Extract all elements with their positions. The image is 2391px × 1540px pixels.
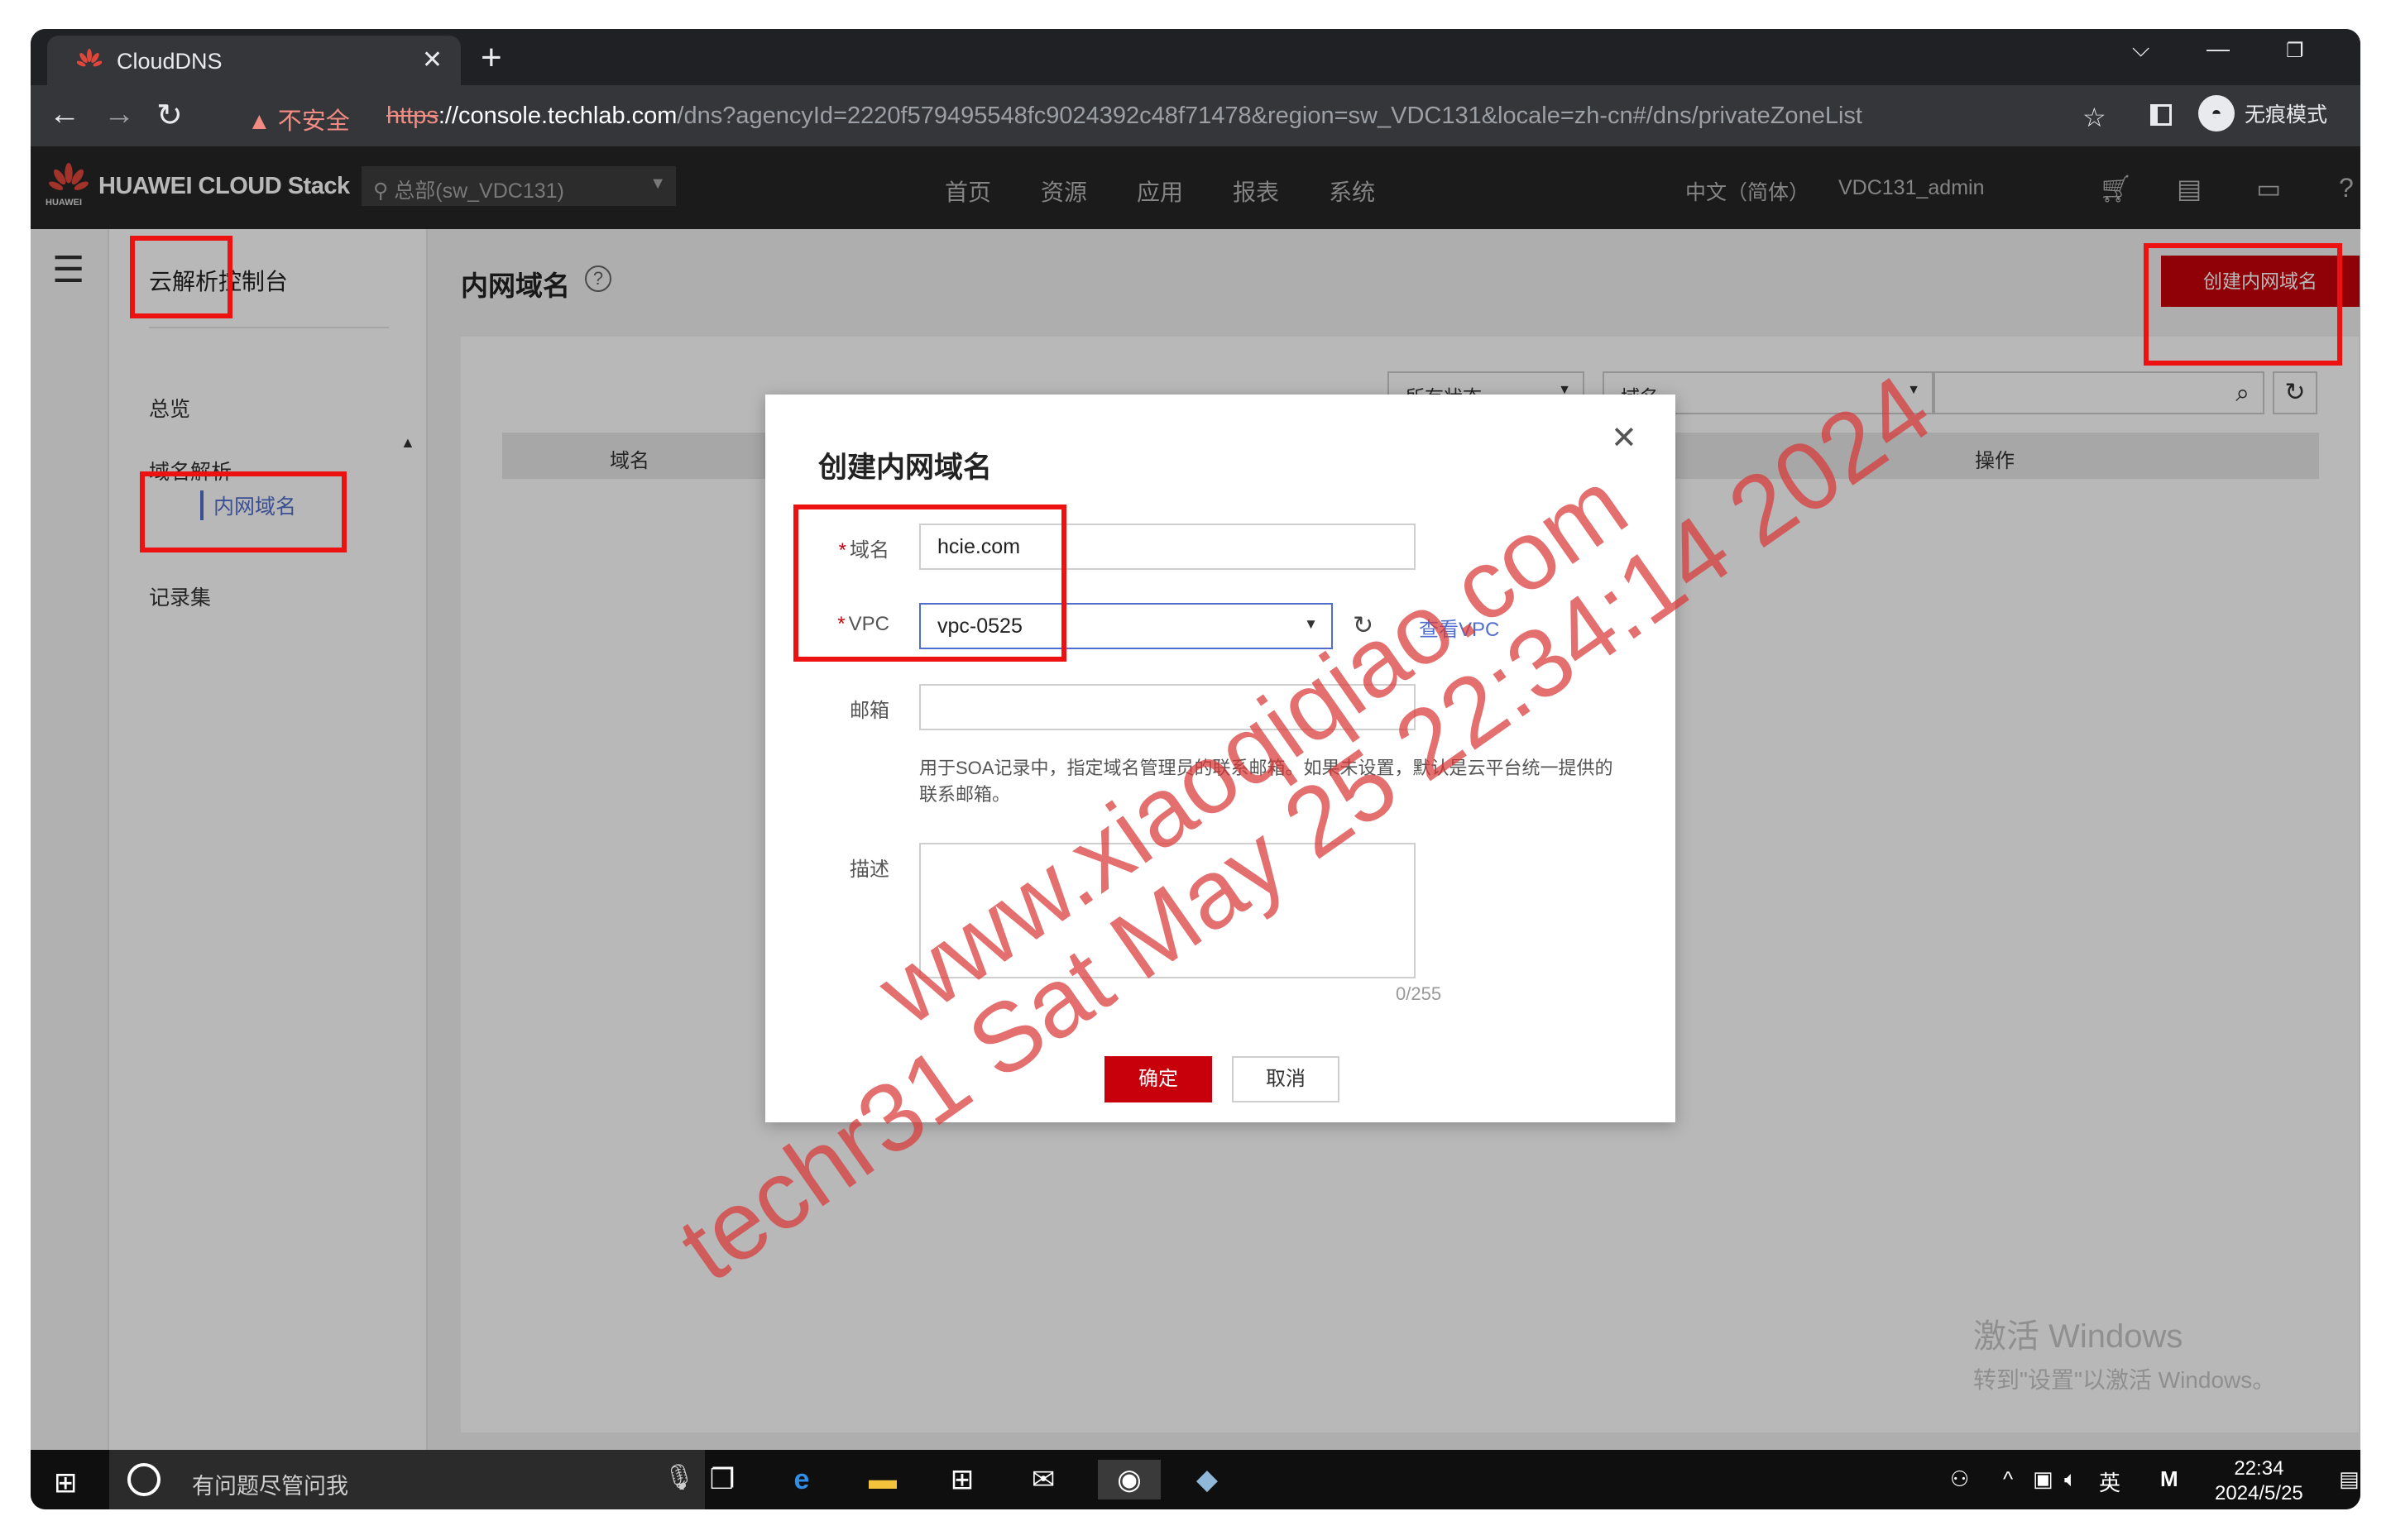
volume-icon[interactable]: 🔈︎ [2064,1466,2077,1493]
people-icon[interactable]: ⚇ [1950,1466,1969,1492]
notification-icon[interactable]: ▤ [2339,1466,2360,1492]
dialog-title: 创建内网域名 [818,452,993,484]
chevron-down-icon: ▼ [1304,616,1318,632]
back-icon[interactable]: ← [49,97,80,132]
bookmark-star-icon[interactable]: ☆ [2082,102,2106,133]
tab-search-icon[interactable]: ⌵ [2132,36,2149,63]
tab-title: CloudDNS [117,49,223,74]
email-label: 邮箱 [850,700,889,722]
description-label: 描述 [850,858,889,881]
annotation-box-console [130,236,232,318]
windows-start-icon[interactable]: ⊞ [54,1466,78,1499]
chrome-icon[interactable]: ◉ [1098,1460,1161,1499]
incognito-label: 无痕模式 [2245,103,2328,127]
ime-indicator[interactable]: 英 [2099,1466,2120,1497]
mail-icon[interactable]: ✉ [1020,1460,1066,1499]
browser-window: CloudDNS ✕ + ⌵ — ❐ ← → ↻ ▲ 不安全 https://c… [31,29,2360,1509]
minimize-icon[interactable]: — [2207,36,2230,62]
incognito-icon: ◓ [2198,95,2235,132]
cancel-button[interactable]: 取消 [1232,1056,1339,1102]
store-icon[interactable]: ⊞ [939,1460,985,1499]
security-warning[interactable]: ▲ 不安全 [247,102,350,136]
side-panel-icon[interactable] [2150,104,2172,126]
ime-mode-icon[interactable]: M [2160,1466,2178,1492]
tab-strip: CloudDNS ✕ + ⌵ — ❐ [31,29,2360,85]
new-tab-button[interactable]: + [481,37,502,79]
system-clock[interactable]: 22:34 2024/5/25 [2215,1456,2303,1506]
cortana-icon [127,1463,161,1496]
url-field[interactable]: ▲ 不安全 https://console.techlab.com/dns?ag… [221,92,2107,140]
remote-app-icon[interactable]: ◆ [1184,1460,1230,1499]
reload-icon[interactable]: ↻ [156,97,183,134]
file-explorer-icon[interactable]: ▬ [860,1460,906,1499]
taskbar: ⊞ 有问题尽管问我 🎙︎ ❐ e ▬ ⊞ ✉ ◉ ◆ ⚇ ^ ▣ 🔈︎ 英 M … [31,1450,2360,1509]
microphone-icon[interactable]: 🎙︎ [664,1463,695,1492]
tray-chevron-icon[interactable]: ^ [2003,1466,2013,1492]
url-text: https://console.techlab.com/dns?agencyId… [386,103,1862,129]
confirm-button[interactable]: 确定 [1104,1056,1212,1102]
annotation-box-fields [793,505,1066,662]
annotation-box-private-zone [140,471,347,552]
windows-activation-notice: 激活 Windows 转到"设置"以激活 Windows。 [1973,1318,2276,1393]
annotation-box-create [2144,243,2342,366]
forward-icon[interactable]: → [103,97,135,132]
tab-close-icon[interactable]: ✕ [422,45,443,74]
taskbar-search[interactable]: 有问题尽管问我 🎙︎ [109,1450,705,1509]
restore-icon[interactable]: ❐ [2286,39,2304,63]
huawei-favicon-icon [77,49,102,67]
incognito-indicator[interactable]: ◓ 无痕模式 [2198,95,2327,132]
close-icon[interactable]: ✕ [1611,419,1637,457]
address-bar: ← → ↻ ▲ 不安全 https://console.techlab.com/… [31,85,2360,146]
network-icon[interactable]: ▣ [2033,1466,2053,1492]
edge-icon[interactable]: e [779,1460,825,1499]
browser-tab[interactable]: CloudDNS ✕ [47,36,461,85]
char-counter: 0/255 [1396,983,1442,1004]
task-view-icon[interactable]: ❐ [699,1460,745,1499]
